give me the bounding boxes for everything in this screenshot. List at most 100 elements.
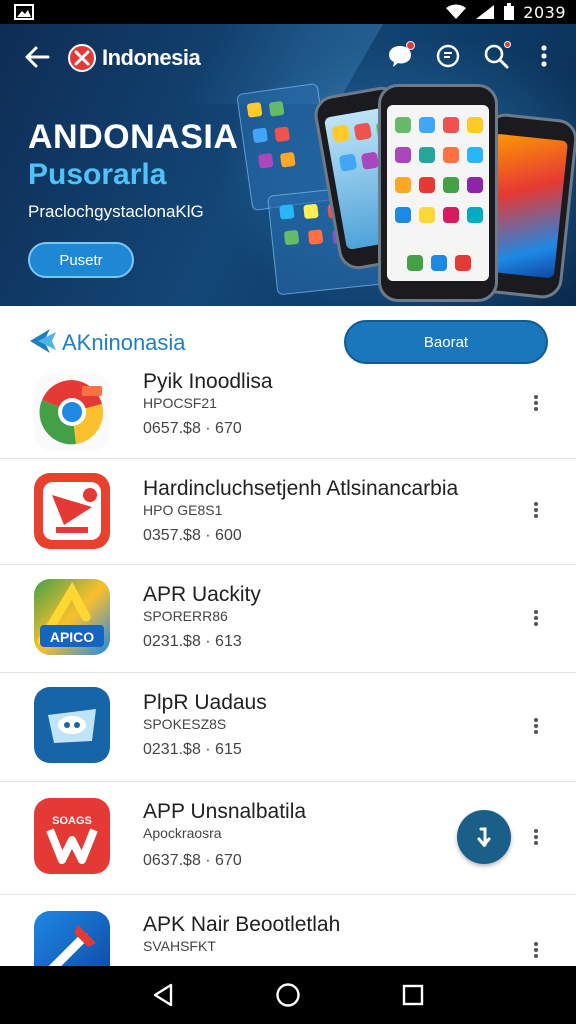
- hero-title: ANDONASIA: [28, 118, 239, 156]
- cloud-chat-icon: [34, 687, 110, 763]
- brand: Indonesia: [68, 44, 201, 72]
- phone-app-tile: [419, 207, 435, 223]
- panel-tile: [268, 100, 285, 117]
- phone-app-tile: [419, 117, 435, 133]
- download-fab[interactable]: [457, 810, 511, 864]
- more-vert-icon: [541, 45, 547, 67]
- phone-app-tile: [467, 147, 483, 163]
- screen: 2039 Indonesia ANDONASIA Pusorarla Pracl…: [0, 0, 576, 1024]
- phone-app-tile: [467, 207, 483, 223]
- more-button[interactable]: [524, 388, 548, 418]
- more-vert-icon: [534, 829, 538, 845]
- list-item[interactable]: Pyik Inoodlisa HPOCSF21 0657.$8 · 670: [0, 370, 576, 459]
- app-developer: SPORERR86: [143, 608, 228, 624]
- app-meta: 0357.$8 · 600: [143, 527, 242, 544]
- phone-app-tile: [395, 147, 411, 163]
- app-developer: SPOKESZ8S: [143, 716, 227, 732]
- search-badge-dot: [504, 41, 511, 48]
- phone-app-tile: [443, 177, 459, 193]
- section-header: AKninonasia Baorat: [0, 306, 576, 370]
- signal-icon: [476, 5, 495, 19]
- app-developer: Apockraosra: [143, 825, 222, 841]
- list-item[interactable]: SOAGS APP Unsnalbatila Apockraosra 0637.…: [0, 782, 576, 895]
- app-bar: Indonesia: [0, 24, 576, 90]
- section-title: AKninonasia: [62, 330, 186, 355]
- panel-tile: [279, 151, 296, 168]
- list-item[interactable]: Hardincluchsetjenh Atlsinancarbia HPO GE…: [0, 459, 576, 565]
- phone-app-tile: [467, 177, 483, 193]
- phone-app-tile: [467, 117, 483, 133]
- panel-tile: [303, 203, 319, 220]
- panel-tile: [274, 126, 291, 143]
- more-vert-icon: [534, 610, 538, 626]
- wifi-icon: [446, 4, 467, 19]
- app-meta: 0637.$8 · 670: [143, 852, 242, 869]
- panel-tile: [257, 152, 274, 169]
- apico-icon: APICO: [34, 579, 110, 655]
- panel-tile: [307, 229, 324, 245]
- app-name: Hardincluchsetjenh Atlsinancarbia: [143, 477, 459, 500]
- overflow-menu-button[interactable]: [530, 42, 558, 70]
- arrow-back-icon: [25, 46, 50, 68]
- battery-icon: [504, 3, 515, 20]
- phone-app-tile: [419, 177, 435, 193]
- panel-tile: [283, 229, 300, 246]
- app-title: Indonesia: [102, 45, 201, 70]
- app-name: APR Uackity: [143, 583, 261, 606]
- brand-logo-icon: [68, 44, 96, 72]
- phone-app-tile: [455, 255, 471, 271]
- app-developer: HPOCSF21: [143, 395, 217, 411]
- phone-app-tile: [395, 177, 411, 193]
- phone-app-tile: [331, 124, 351, 143]
- notifications-button[interactable]: [386, 41, 415, 70]
- image-notification-icon: [14, 4, 34, 20]
- nav-back-button[interactable]: [143, 975, 183, 1015]
- square-recents-icon: [403, 984, 424, 1006]
- app-name: Pyik Inoodlisa: [143, 370, 273, 393]
- circle-home-icon: [276, 983, 300, 1007]
- more-vert-icon: [534, 502, 538, 518]
- triangle-back-icon: [153, 983, 172, 1007]
- more-vert-icon: [534, 395, 538, 411]
- phone-app-tile: [443, 117, 459, 133]
- more-button[interactable]: [524, 711, 548, 741]
- svg-text:SOAGS: SOAGS: [52, 815, 92, 827]
- more-button[interactable]: [524, 495, 548, 525]
- back-button[interactable]: [22, 42, 52, 72]
- more-button[interactable]: [524, 603, 548, 633]
- message-icon: [436, 44, 460, 68]
- app-name: PlpR Uadaus: [143, 691, 267, 714]
- list-item[interactable]: APK Nair Beootletlah SVAHSFKT: [0, 895, 576, 987]
- nav-home-button[interactable]: [268, 975, 308, 1015]
- more-button[interactable]: [524, 822, 548, 852]
- notification-dot: [406, 41, 415, 50]
- phone-screen: [387, 105, 489, 281]
- red-w-app-icon: SOAGS: [34, 798, 110, 874]
- nav-recents-button[interactable]: [393, 975, 433, 1015]
- hero-button[interactable]: Pusetr: [28, 242, 134, 278]
- system-nav-bar: [0, 966, 576, 1024]
- panel-tile: [252, 127, 269, 144]
- list-item[interactable]: PlpR Uadaus SPOKESZ8S 0231.$8 · 615: [0, 673, 576, 782]
- status-bar: 2039: [0, 0, 576, 24]
- hero-subtitle: Pusorarla: [28, 158, 167, 191]
- search-button[interactable]: [482, 41, 511, 70]
- app-developer: SVAHSFKT: [143, 938, 216, 954]
- phone-app-tile: [407, 255, 423, 271]
- app-developer: HPO GE8S1: [143, 502, 223, 518]
- phone-app-tile: [353, 122, 373, 141]
- panel-tile: [246, 101, 263, 118]
- app-meta: 0231.$8 · 615: [143, 741, 242, 758]
- more-button[interactable]: [524, 935, 548, 965]
- status-time: 2039: [523, 2, 566, 22]
- red-arrow-app-icon: [34, 473, 110, 549]
- app-meta: 0231.$8 · 613: [143, 633, 242, 650]
- section-action-button[interactable]: Baorat: [344, 320, 548, 364]
- messages-button[interactable]: [434, 42, 462, 70]
- phone-app-tile: [431, 255, 447, 271]
- hero-banner: Indonesia ANDONASIA Pusorarla Praclochgy…: [0, 24, 576, 306]
- hero-description: PraclochgystaclonaKlG: [28, 202, 204, 221]
- phone-app-tile: [338, 153, 358, 172]
- list-item[interactable]: APICO APR Uackity SPORERR86 0231.$8 · 61…: [0, 565, 576, 673]
- top-actions: [386, 41, 558, 70]
